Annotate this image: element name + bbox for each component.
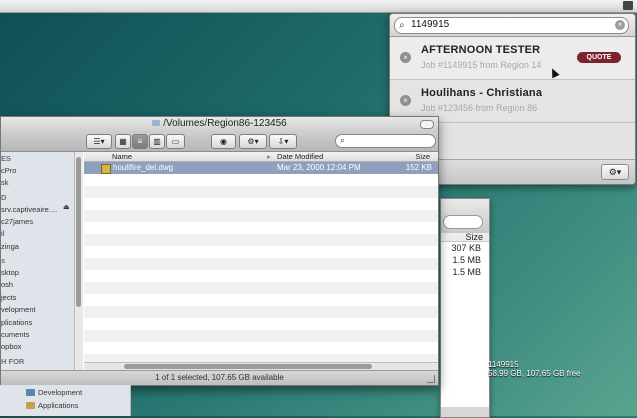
cover-flow-button[interactable]: ▭ <box>166 134 185 149</box>
list-view-button[interactable]: ≡ <box>132 134 148 149</box>
toolbar-toggle-button[interactable] <box>420 120 434 129</box>
empty-row <box>84 210 438 222</box>
sidebar-header: s <box>1 256 6 265</box>
sidebar-item[interactable]: sk <box>1 178 9 187</box>
background-finder-window: Size 307 KB 1.5 MB 1.5 MB <box>440 198 490 418</box>
quote-badge[interactable]: QUOTE <box>577 52 621 63</box>
arrange-menu-button[interactable]: ☰▾ <box>86 134 112 149</box>
empty-row <box>84 222 438 234</box>
folder-icon <box>152 120 161 127</box>
sidebar-item[interactable]: plications <box>1 318 32 327</box>
empty-row <box>84 330 438 342</box>
sidebar-item[interactable]: Development <box>38 388 82 397</box>
empty-row <box>84 198 438 210</box>
resize-grip-icon[interactable] <box>427 375 435 383</box>
size-cell: 1.5 MB <box>452 267 481 277</box>
dwg-file-icon <box>101 164 111 174</box>
search-icon: ⌕ <box>340 135 346 145</box>
empty-row <box>84 174 438 186</box>
sidebar-item[interactable]: velopment <box>1 305 36 314</box>
table-row[interactable]: houlifire_del.dwg Mar 23, 2000 12:04 PM … <box>84 162 438 174</box>
empty-row <box>84 246 438 258</box>
remove-result-icon[interactable]: × <box>400 95 411 106</box>
quick-look-button[interactable]: ◉ <box>211 134 236 149</box>
lower-window-sidebar: Development Applications <box>0 385 131 416</box>
sidebar: ES cPro sk D srv.captiveaire.... ⏏ c27ja… <box>1 152 75 370</box>
sidebar-header: H FOR <box>1 357 25 366</box>
column-view-button[interactable]: ▥ <box>149 134 165 149</box>
result-title: AFTERNOON TESTER <box>421 44 541 56</box>
search-input[interactable]: ⌕ <box>335 134 436 148</box>
search-bar: ⌕ 1149915 × <box>390 14 635 37</box>
remove-result-icon[interactable]: × <box>400 52 411 63</box>
sidebar-header: D <box>1 193 7 202</box>
file-size: 152 KB <box>405 163 432 172</box>
status-text: 1 of 1 selected, 107.65 GB available <box>155 373 284 382</box>
eject-icon[interactable]: ⏏ <box>63 203 70 211</box>
sidebar-item[interactable]: zinga <box>1 242 19 251</box>
gear-menu-button[interactable]: ⚙▾ <box>601 164 629 180</box>
empty-row <box>84 342 438 354</box>
sidebar-item[interactable]: sktop <box>1 268 19 277</box>
sidebar-item[interactable]: opbox <box>1 342 21 351</box>
sidebar-item[interactable]: srv.captiveaire.... <box>1 205 57 214</box>
dropbox-icon[interactable] <box>623 1 633 10</box>
result-title: Houlihans - Christiana <box>421 87 543 99</box>
sidebar-item[interactable]: c27james <box>1 217 33 226</box>
sidebar-item[interactable]: cuments <box>1 330 29 339</box>
sidebar-item[interactable]: Applications <box>38 401 78 410</box>
desktop-drive-label[interactable]: 1149915 <box>488 360 519 369</box>
icon-view-button[interactable]: ▦ <box>115 134 131 149</box>
sidebar-item[interactable]: jects <box>1 293 16 302</box>
result-subtitle: Job #123456 from Region 86 <box>421 103 538 113</box>
name-column-header[interactable]: Name <box>112 152 132 161</box>
sidebar-item[interactable]: il <box>1 229 4 238</box>
sidebar-header: ES <box>1 154 12 163</box>
status-bar: 1 of 1 selected, 107.65 GB available <box>1 370 438 385</box>
empty-row <box>84 306 438 318</box>
finder-toolbar: ☰▾ ▦ ≡ ▥ ▭ ◉ ⚙▾ ⇩▾ ⌕ <box>1 131 438 152</box>
empty-row <box>84 258 438 270</box>
result-item[interactable]: × AFTERNOON TESTER Job #1149915 from Reg… <box>390 37 635 80</box>
background-window-toolbar <box>441 199 489 233</box>
scroll-thumb[interactable] <box>76 157 81 307</box>
empty-row <box>84 234 438 246</box>
desktop-drive-info: 58.99 GB, 107.65 GB free <box>488 369 581 378</box>
size-column-header[interactable]: Size <box>415 152 430 161</box>
empty-row <box>84 294 438 306</box>
result-subtitle: Job #1149915 from Region 14 <box>421 60 542 70</box>
search-input[interactable]: ⌕ 1149915 × <box>394 17 629 34</box>
size-cell: 307 KB <box>451 243 481 253</box>
size-cell: 1.5 MB <box>452 255 481 265</box>
share-menu-button[interactable]: ⇩▾ <box>269 134 297 149</box>
list-header: Name ▸ Date Modified Size <box>84 152 438 162</box>
empty-row <box>84 318 438 330</box>
file-list: Name ▸ Date Modified Size houlifire_del.… <box>84 152 438 370</box>
sidebar-scrollbar[interactable] <box>75 152 83 370</box>
search-query[interactable]: 1149915 <box>411 19 449 30</box>
action-gear-button[interactable]: ⚙▾ <box>239 134 267 149</box>
folder-icon <box>26 389 35 396</box>
window-title: /Volumes/Region86-123456 <box>163 118 287 129</box>
background-search-field[interactable] <box>443 215 483 229</box>
empty-row <box>84 186 438 198</box>
size-column-header[interactable]: Size <box>441 233 489 242</box>
finder-window: /Volumes/Region86-123456 ☰▾ ▦ ≡ ▥ ▭ ◉ ⚙▾… <box>0 116 439 386</box>
sidebar-item[interactable]: osh <box>1 280 13 289</box>
sidebar-item[interactable]: cPro <box>1 166 16 175</box>
clear-search-icon[interactable]: × <box>615 20 625 30</box>
file-date: Mar 23, 2000 12:04 PM <box>277 163 361 172</box>
empty-row <box>84 270 438 282</box>
file-name: houlifire_del.dwg <box>113 163 174 172</box>
column-divider[interactable]: ▸ <box>267 152 271 161</box>
menu-bar <box>0 0 637 13</box>
empty-row <box>84 282 438 294</box>
applications-icon <box>26 402 35 409</box>
window-titlebar[interactable]: /Volumes/Region86-123456 <box>1 117 438 131</box>
date-column-header[interactable]: Date Modified <box>277 152 323 161</box>
search-icon: ⌕ <box>399 20 405 31</box>
scroll-thumb[interactable] <box>124 364 372 369</box>
